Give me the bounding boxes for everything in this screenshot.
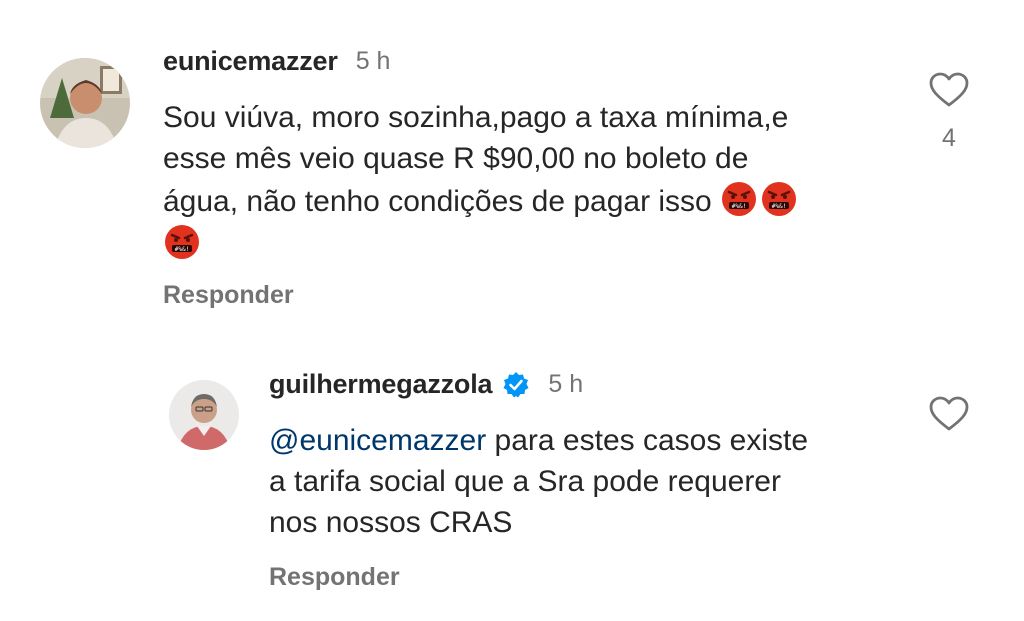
- svg-text:#%&!: #%&!: [175, 246, 189, 253]
- enraged-face-icon: #%&!: [163, 222, 201, 260]
- timestamp: 5 h: [548, 370, 584, 398]
- reply-button[interactable]: Responder: [269, 563, 400, 592]
- comment-line: #%&!: [163, 222, 800, 265]
- comment-header: eunicemazzer 5 h: [163, 46, 390, 77]
- username[interactable]: guilhermegazzola: [269, 369, 493, 400]
- avatar-eunicemazzer[interactable]: [40, 58, 130, 148]
- reply-line: nos nossos CRAS: [269, 506, 513, 539]
- comment-line: esse mês veio quase R $90,00 no boleto d…: [163, 142, 749, 175]
- comment-line-text: água, não tenho condições de pagar isso: [163, 185, 712, 218]
- verified-badge-icon: [502, 371, 530, 399]
- reply-line: @eunicemazzer para estes casos existe: [269, 420, 808, 461]
- like-count: 4: [942, 124, 956, 152]
- svg-text:#%&!: #%&!: [772, 203, 786, 210]
- comment-text: Sou viúva, moro sozinha,pago a taxa míni…: [163, 97, 800, 265]
- comment-line: água, não tenho condições de pagar isso …: [163, 179, 800, 222]
- reply-button[interactable]: Responder: [163, 281, 294, 310]
- reply-text: @eunicemazzer para estes casos existe a …: [269, 420, 808, 543]
- avatar-guilhermegazzola[interactable]: [169, 380, 239, 450]
- reply-line-text: para estes casos existe: [486, 424, 809, 457]
- reply-header: guilhermegazzola 5 h: [269, 369, 583, 400]
- enraged-face-icon: #%&!: [760, 179, 798, 217]
- heart-icon: [929, 396, 969, 431]
- like-button[interactable]: [929, 396, 969, 437]
- reply-line: a tarifa social que a Sra pode requerer: [269, 465, 781, 498]
- heart-icon: [929, 72, 969, 107]
- mention-link[interactable]: @eunicemazzer: [269, 424, 486, 457]
- enraged-face-icon: #%&!: [720, 179, 758, 217]
- svg-text:#%&!: #%&!: [732, 203, 746, 210]
- username[interactable]: eunicemazzer: [163, 46, 338, 77]
- like-button[interactable]: [929, 72, 969, 113]
- comment-line: Sou viúva, moro sozinha,pago a taxa míni…: [163, 101, 789, 134]
- timestamp: 5 h: [355, 47, 391, 75]
